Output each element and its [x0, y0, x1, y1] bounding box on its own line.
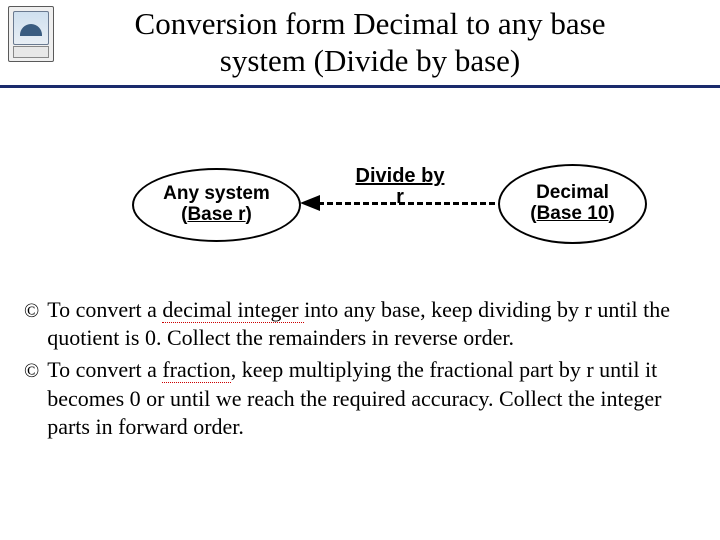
b2-pre: To convert a — [47, 357, 162, 382]
header: Conversion form Decimal to any base syst… — [0, 0, 720, 88]
any-system-line2: (Base r) — [134, 205, 299, 226]
b2-key: fraction — [162, 357, 230, 383]
bullet-2-text: To convert a fraction, keep multiplying … — [47, 356, 690, 440]
paren-close-2: ) — [608, 203, 614, 224]
bullet-1-text: To convert a decimal integer into any ba… — [47, 296, 690, 352]
logo-dome — [20, 24, 42, 36]
page-title: Conversion form Decimal to any base syst… — [10, 6, 710, 85]
base-r-text: Base r — [187, 204, 245, 225]
logo-sky — [13, 11, 49, 45]
title-line-1: Conversion form Decimal to any base — [135, 6, 606, 41]
bullet-icon: © — [24, 296, 39, 352]
paren-close: ) — [246, 204, 252, 225]
logo-caption — [13, 46, 49, 58]
arrow-label-line1: Divide by — [356, 165, 445, 187]
arrow-head — [300, 195, 320, 211]
b1-pre: To convert a — [47, 297, 162, 322]
bullet-icon: © — [24, 356, 39, 440]
any-system-line1: Any system — [134, 184, 299, 205]
arrow-left-icon — [300, 198, 495, 208]
title-line-2: system (Divide by base) — [220, 43, 520, 78]
bullet-list: © To convert a decimal integer into any … — [0, 296, 720, 441]
list-item: © To convert a fraction, keep multiplyin… — [24, 356, 690, 440]
decimal-line2: (Base 10) — [500, 204, 645, 225]
decimal-oval: Decimal (Base 10) — [498, 164, 647, 244]
conversion-diagram: Any system (Base r) Divide by r Decimal … — [0, 148, 720, 278]
base-10-text: Base 10 — [537, 203, 609, 224]
arrow-shaft — [318, 202, 495, 205]
b1-key: decimal integer — [162, 297, 304, 323]
decimal-line1: Decimal — [500, 183, 645, 204]
list-item: © To convert a decimal integer into any … — [24, 296, 690, 352]
slide: Conversion form Decimal to any base syst… — [0, 0, 720, 540]
university-logo — [8, 6, 54, 62]
any-system-oval: Any system (Base r) — [132, 168, 301, 242]
